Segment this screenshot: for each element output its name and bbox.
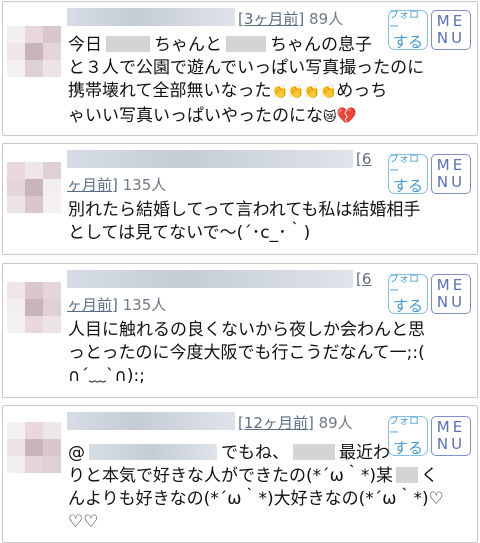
follow-label-top: フォロー	[389, 274, 419, 297]
timestamp-link[interactable]: [12ヶ月前]	[238, 414, 314, 432]
menu-label-bottom: NU	[436, 29, 466, 47]
text-segment: 携帯壊れて全部無いなった	[68, 81, 272, 101]
blurred-username[interactable]	[67, 150, 353, 168]
text-segment: @	[68, 443, 85, 463]
comment-card: [6 ヶ月前] 135人 フォロー する ME NU 別れたら結婚してって言われ…	[2, 143, 478, 255]
blurred-username[interactable]	[67, 412, 235, 430]
text-segment: めっち	[336, 81, 388, 101]
follower-count: 89人	[318, 414, 353, 432]
follower-count: 135人	[122, 296, 167, 314]
redacted-name	[293, 444, 335, 460]
broken-heart-icon: 💔	[336, 106, 357, 125]
text-line: んよりも好きなの(*´ω｀*)大好きなの(*´ω｀*)♡	[68, 489, 444, 509]
text-segment: ゃいい写真いっぱいやったのにな	[68, 106, 323, 126]
blurred-avatar[interactable]	[7, 282, 61, 334]
comment-text: 今日 ちゃんと ちゃんの息子 と３人で公園で遊んでいっぱい写真撮ったのに 携帯壊れて…	[68, 34, 424, 129]
menu-button[interactable]: ME NU	[431, 10, 471, 50]
timestamp-link[interactable]: ヶ月前]	[67, 296, 118, 314]
text-line: 別れたら結婚してって言われても私は結婚相手	[68, 200, 421, 220]
follower-count: 135人	[122, 176, 167, 194]
post-meta: [6	[356, 150, 371, 168]
menu-label-top: ME	[436, 276, 466, 294]
follow-label-bottom: する	[392, 177, 423, 195]
text-line: っとったのに今度大阪でも行こうだなんて一;:(	[68, 343, 425, 363]
menu-label-bottom: NU	[436, 173, 466, 191]
comment-feed: [3ヶ月前] 89人 フォロー する ME NU 今日 ちゃんと ちゃんの息子 と３…	[0, 0, 480, 543]
menu-label-top: ME	[436, 12, 466, 30]
text-segment: 最近わ	[339, 443, 390, 463]
comment-card: [12ヶ月前] 89人 フォロー する ME NU @ でもね、 最近わ りと本気で…	[2, 405, 478, 543]
redacted-name	[396, 467, 418, 483]
blurred-avatar[interactable]	[7, 422, 61, 474]
text-segment: 今日	[68, 35, 102, 55]
menu-label-top: ME	[436, 418, 466, 436]
text-segment: りと本気で好きな人ができたの(*´ω｀*)某	[68, 466, 393, 486]
crying-cat-emoji-icon: 😿	[323, 110, 337, 125]
text-segment: でもね、	[221, 443, 289, 463]
text-segment: く	[421, 466, 438, 486]
blurred-avatar[interactable]	[7, 26, 61, 78]
comment-text: 別れたら結婚してって言われても私は結婚相手 としては見てないで〜(´･c_･｀)	[68, 199, 420, 245]
follow-label-bottom: する	[392, 297, 423, 315]
follow-button[interactable]: フォロー する	[388, 154, 428, 194]
comment-text: @ でもね、 最近わ りと本気で好きな人ができたの(*´ω｀*)某 く んよりも好きな…	[68, 442, 444, 534]
text-line: としては見てないで〜(´･c_･｀)	[68, 223, 311, 243]
follower-count: 89人	[309, 10, 344, 28]
post-meta: [12ヶ月前] 89人	[238, 412, 353, 433]
clap-emoji-icon: 👏👏👏👏	[271, 85, 337, 100]
timestamp-link[interactable]: ヶ月前]	[67, 176, 118, 194]
text-segment: ちゃんの息子	[270, 35, 372, 55]
menu-label-top: ME	[436, 156, 466, 174]
post-meta: ヶ月前] 135人	[67, 294, 166, 315]
comment-card: [3ヶ月前] 89人 フォロー する ME NU 今日 ちゃんと ちゃんの息子 と３…	[2, 1, 478, 136]
post-meta: ヶ月前] 135人	[67, 174, 166, 195]
menu-button[interactable]: ME NU	[431, 274, 471, 314]
timestamp-link[interactable]: [6	[356, 150, 371, 168]
menu-button[interactable]: ME NU	[431, 154, 471, 194]
redacted-name	[226, 36, 266, 52]
redacted-mention	[89, 444, 217, 460]
blurred-username[interactable]	[67, 8, 235, 26]
timestamp-link[interactable]: [3ヶ月前]	[238, 10, 304, 28]
timestamp-link[interactable]: [6	[356, 270, 371, 288]
text-line: 人目に触れるの良くないから夜しか会わんと思	[68, 320, 425, 340]
blurred-avatar[interactable]	[7, 162, 61, 214]
text-line: ♡♡	[68, 512, 99, 532]
blurred-username[interactable]	[67, 270, 353, 288]
text-line: ∩´﹏`∩):;	[68, 366, 145, 386]
comment-text: 人目に触れるの良くないから夜しか会わんと思 っとったのに今度大阪でも行こうだなん…	[68, 319, 425, 388]
text-line: と３人で公園で遊んでいっぱい写真撮ったのに	[68, 58, 425, 78]
post-meta: [3ヶ月前] 89人	[238, 8, 343, 29]
follow-button[interactable]: フォロー する	[388, 274, 428, 314]
menu-label-bottom: NU	[436, 293, 466, 311]
follow-label-top: フォロー	[389, 10, 419, 33]
follow-label-top: フォロー	[389, 154, 419, 177]
comment-card: [6 ヶ月前] 135人 フォロー する ME NU 人目に触れるの良くないから…	[2, 263, 478, 398]
text-segment: ちゃんと	[154, 35, 222, 55]
follow-label-top: フォロー	[389, 416, 419, 439]
post-meta: [6	[356, 270, 371, 288]
redacted-name	[106, 36, 150, 52]
